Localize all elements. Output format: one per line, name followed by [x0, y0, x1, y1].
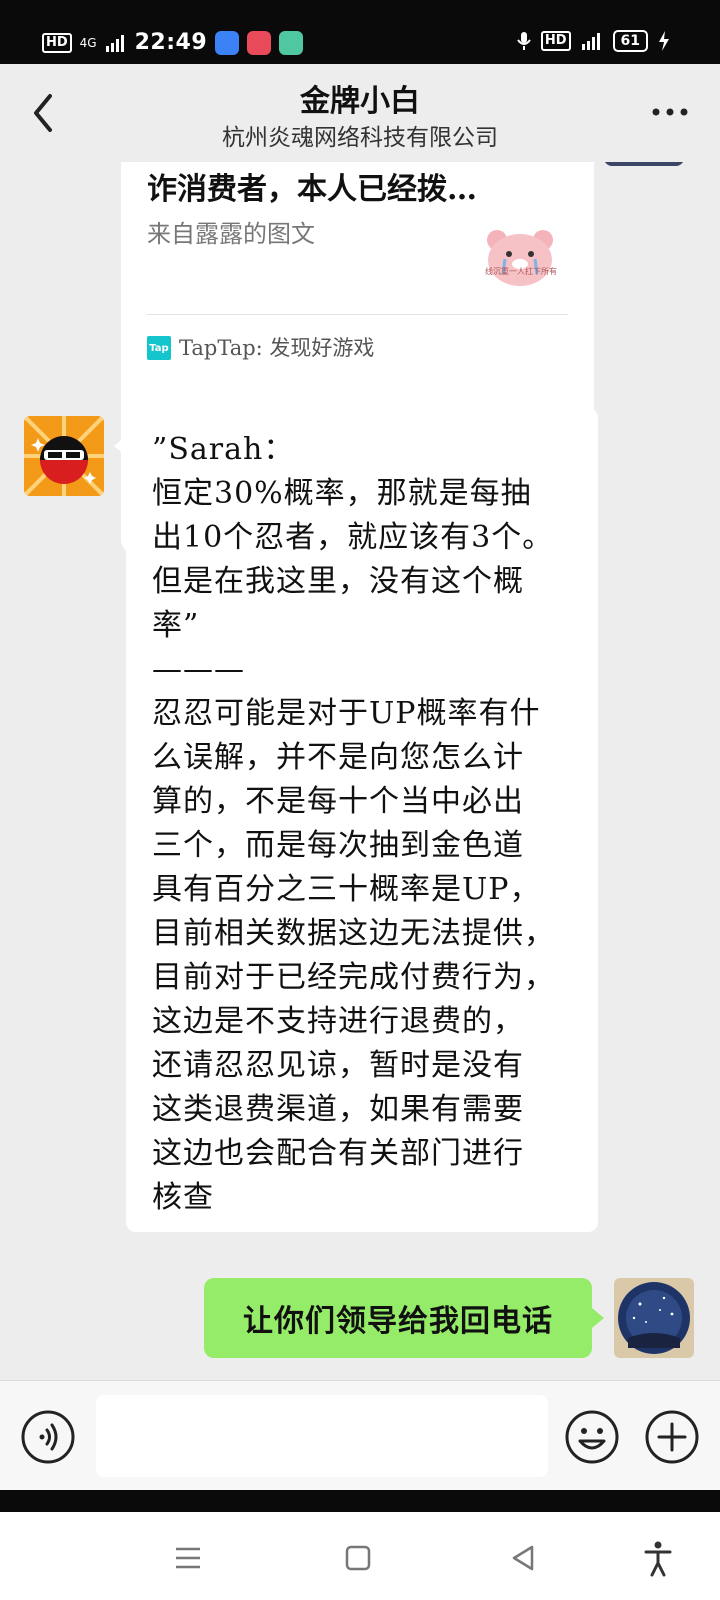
system-nav-bar: [0, 1512, 720, 1600]
message-line: 出10个忍者，就应该有3个。: [152, 520, 554, 555]
starry-sky-avatar-icon: [614, 1278, 694, 1358]
message-line: 三个，而是每次抽到金色道: [152, 828, 524, 863]
bear-sticker-icon: [487, 230, 553, 286]
message-line: 目前对于已经完成付费行为，: [152, 960, 555, 995]
back-nav-icon[interactable]: [504, 1538, 544, 1578]
received-message-bubble[interactable]: ”Sarah： 恒定30%概率，那就是每抽 出10个忍者，就应该有3个。 但是在…: [114, 408, 598, 1232]
message-line: 么误解，并不是向您怎么计: [152, 740, 524, 775]
message-line: 忍忍可能是对于UP概率有什: [152, 696, 541, 731]
divider-strip: [0, 1490, 720, 1512]
input-bar: [0, 1380, 720, 1491]
chat-subtitle: 杭州炎魂网络科技有限公司: [222, 125, 498, 151]
avatar-partial[interactable]: [604, 162, 684, 166]
battery-indicator: 61: [612, 30, 648, 52]
ninja-avatar-icon: [24, 416, 104, 496]
shared-post-source: 来自露露的图文: [147, 220, 315, 248]
add-attachment-icon[interactable]: [644, 1409, 700, 1465]
card-divider: [147, 314, 568, 315]
chat-title: 金牌小白: [300, 84, 420, 119]
network-indicator: 4G: [79, 35, 97, 50]
status-bar: HD 4G 22:49 HD 61: [0, 0, 720, 64]
message-line: 还请忍忍见谅，暂时是没有: [152, 1048, 524, 1083]
message-line: 这边是不支持进行退费的，: [152, 1004, 524, 1039]
video-app-icon: [247, 30, 272, 55]
home-icon[interactable]: [338, 1538, 378, 1578]
message-line: ”Sarah：: [152, 432, 295, 467]
charging-icon: [659, 31, 669, 51]
shared-app-label: TapTap: 发现好游戏: [179, 336, 375, 360]
message-line: 目前相关数据这边无法提供，: [152, 916, 555, 951]
contact-avatar[interactable]: [24, 416, 104, 496]
taptap-logo-icon: Tap: [147, 336, 171, 360]
more-options-icon[interactable]: [650, 102, 690, 122]
message-line: 算的，不是每十个当中必出: [152, 784, 524, 819]
message-line: 但是在我这里，没有这个概: [152, 564, 524, 599]
accessibility-icon[interactable]: [638, 1538, 678, 1578]
status-right: HD 61: [517, 30, 670, 52]
message-line: ———: [152, 652, 245, 687]
book-app-icon: [279, 30, 304, 55]
voice-input-icon[interactable]: [20, 1409, 76, 1465]
message-line: 这边也会配合有关部门进行: [152, 1136, 524, 1171]
message-line: 率”: [152, 608, 200, 643]
sticker-caption: 线沉重一人扛下所有: [485, 267, 557, 276]
message-line: 这类退费渠道，如果有需要: [152, 1092, 524, 1127]
sent-message-bubble[interactable]: 让你们领导给我回电话: [204, 1278, 604, 1358]
hd-badge: HD: [42, 32, 72, 53]
clock: 22:49: [134, 30, 208, 55]
hd-badge-right: HD: [540, 31, 571, 51]
chat-header: 金牌小白 杭州炎魂网络科技有限公司: [0, 64, 720, 162]
received-message-text: ”Sarah： 恒定30%概率，那就是每抽 出10个忍者，就应该有3个。 但是在…: [152, 428, 592, 1220]
message-line: 具有百分之三十概率是UP，: [152, 872, 541, 907]
emoji-icon[interactable]: [564, 1409, 620, 1465]
signal-icon: [105, 34, 124, 52]
message-line: 核查: [152, 1180, 214, 1215]
shared-post-title: 诈消费者，本人已经拨…: [147, 172, 477, 207]
status-left: HD 4G 22:49: [42, 30, 304, 55]
microphone-icon: [517, 32, 531, 50]
menu-icon[interactable]: [168, 1538, 208, 1578]
gallery-app-icon: [215, 30, 240, 55]
message-input[interactable]: [96, 1395, 548, 1477]
signal-icon-right: [581, 33, 600, 50]
message-line: 恒定30%概率，那就是每抽: [152, 476, 532, 511]
my-avatar[interactable]: [614, 1278, 694, 1358]
chat-messages: 诈消费者，本人已经拨… 来自露露的图文 线沉重一人扛下所有 Tap TapTap…: [0, 162, 720, 1380]
